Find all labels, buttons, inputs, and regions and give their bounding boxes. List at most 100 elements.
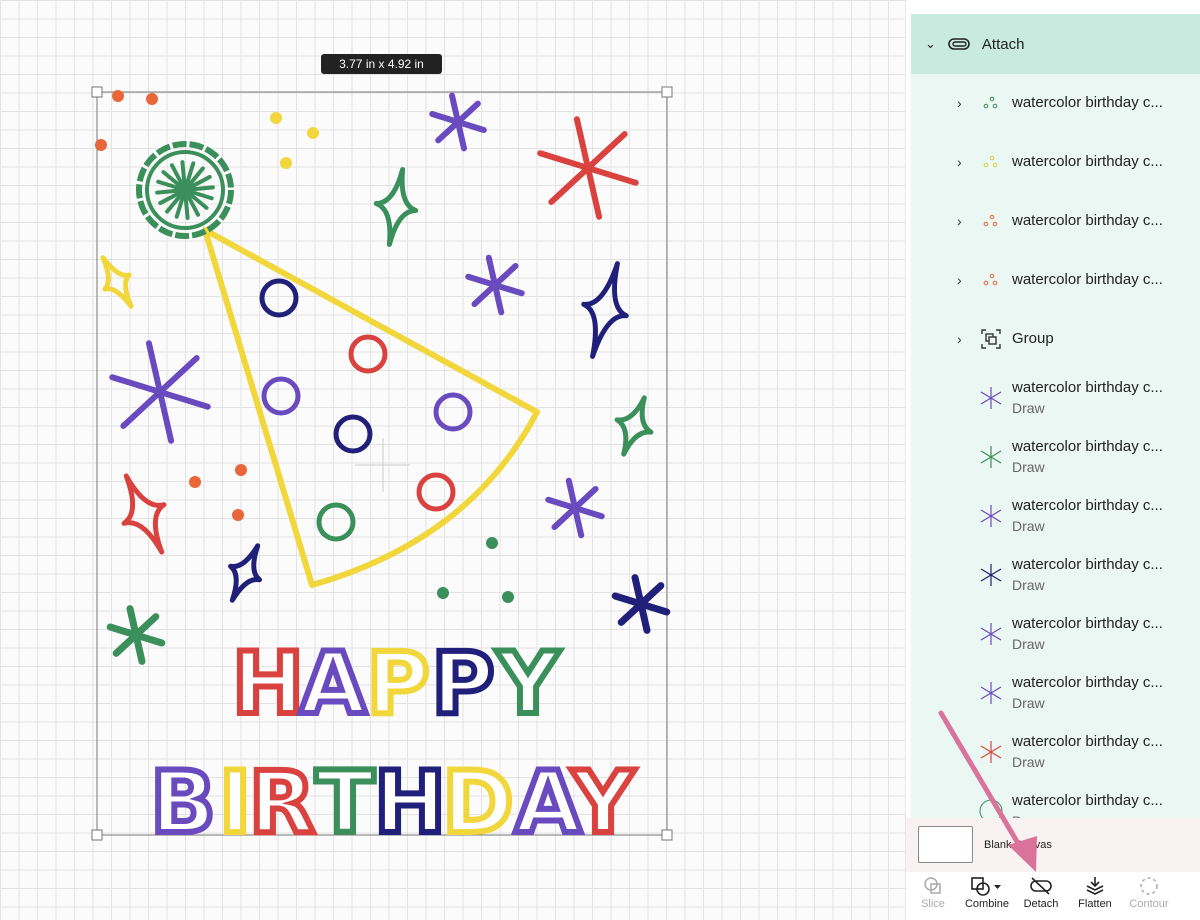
design-canvas[interactable]: HAPPYBIRTHDAY 3.77 in x 4.92 in [0,0,905,920]
chevron-right-icon[interactable]: › [957,213,962,229]
circle-shape [433,392,473,432]
layer-toolbar: Slice Combine Detach Flatten Contour [906,872,1200,920]
chevron-right-icon[interactable]: › [957,95,962,111]
confetti-dot [146,93,158,105]
layer-group[interactable]: › Group [911,310,1200,368]
birthday-card-artwork[interactable]: HA P P YB IR T HD AY [0,0,905,920]
confetti-dot [112,90,124,102]
star-shape [465,254,525,316]
canvas-thumbnail [918,826,973,863]
confetti-dot [270,112,282,124]
star-shape [109,340,211,444]
birthday-letter: B [150,753,216,853]
layer-item[interactable]: watercolor birthday c... Draw [911,664,1200,722]
resize-handle[interactable] [661,829,673,841]
combine-icon [971,877,1001,896]
layer-label: watercolor birthday c... [1012,556,1163,573]
layer-type: Draw [1012,577,1045,593]
slice-button[interactable]: Slice [906,872,960,920]
dots-icon [983,273,998,286]
layer-type: Draw [1012,754,1045,770]
happy-letter: P [366,634,429,734]
contour-label: Contour [1129,898,1169,910]
star-icon [980,505,1002,527]
star-icon [980,741,1002,763]
layer-type: Draw [1012,811,1163,818]
confetti-dot [280,157,292,169]
layer-list[interactable]: › watercolor birthday c... › watercolor bir… [911,74,1200,818]
diamond-shape [121,473,167,555]
flatten-icon [1086,877,1104,895]
blank-canvas-layer[interactable]: Blank Canvas [906,818,1200,872]
star-icon [980,682,1002,704]
layer-label: watercolor birthday c... [1012,212,1163,229]
layer-type: Draw [1012,695,1045,711]
layer-label: watercolor birthday c... [1012,733,1163,750]
chevron-right-icon[interactable]: › [957,272,962,288]
circle-icon [979,799,1003,818]
happy-letter: A [300,634,367,734]
layer-type: Draw [1012,459,1045,475]
star-icon [980,564,1002,586]
confetti-dot [437,587,449,599]
detach-icon [1030,877,1052,895]
combine-label: Combine [964,898,1010,910]
chevron-right-icon[interactable]: › [957,331,962,347]
dots-icon [983,155,998,168]
happy-letter: P [431,634,494,734]
layer-item[interactable]: watercolor birthday c... Draw [911,723,1200,781]
layer-type: Draw [1012,636,1045,652]
diamond-shape [581,261,629,359]
layer-item[interactable]: watercolor birthday c... Draw [911,428,1200,486]
layer-item[interactable]: › watercolor birthday c... [911,192,1200,250]
happy-letter: H [232,634,304,734]
confetti-dot [232,509,244,521]
chevron-right-icon[interactable]: › [957,154,962,170]
diamond-shape [373,167,419,247]
layer-label: watercolor birthday c... [1012,153,1163,170]
layer-item[interactable]: › watercolor birthday c... [911,251,1200,309]
star-icon [980,623,1002,645]
combine-button[interactable]: Combine [960,872,1014,920]
detach-button[interactable]: Detach [1014,872,1068,920]
birthday-letter: Y [571,753,636,853]
flatten-button[interactable]: Flatten [1068,872,1122,920]
resize-handle[interactable] [91,86,103,98]
confetti-dot [189,476,201,488]
confetti-dot [486,537,498,549]
star-shape [537,116,639,220]
layer-label: watercolor birthday c... [1012,438,1163,455]
layer-item[interactable]: watercolor birthday c... Draw [911,782,1200,818]
resize-handle[interactable] [661,86,673,98]
star-icon [980,387,1002,409]
confetti-dot [235,464,247,476]
layer-label: watercolor birthday c... [1012,94,1163,111]
dimensions-label: 3.77 in x 4.92 in [321,54,442,74]
layer-item[interactable]: watercolor birthday c... Draw [911,546,1200,604]
layer-item[interactable]: watercolor birthday c... Draw [911,487,1200,545]
layers-panel: ⌄ Attach › watercolor birthday c... › water… [905,0,1200,920]
dots-icon [983,96,998,109]
blank-canvas-label: Blank Canvas [984,839,1052,851]
circle-shape [316,502,356,542]
dots-icon [983,214,998,227]
circle-shape [259,278,299,318]
circle-shape [348,334,388,374]
confetti-dot [307,127,319,139]
layer-attach[interactable]: ⌄ Attach [911,14,1200,74]
layer-item[interactable]: watercolor birthday c... Draw [911,369,1200,427]
resize-handle[interactable] [91,829,103,841]
layer-item[interactable]: › watercolor birthday c... [911,133,1200,191]
diamond-shape [614,395,654,457]
layer-item[interactable]: › watercolor birthday c... [911,74,1200,132]
layer-item[interactable]: watercolor birthday c... Draw [911,605,1200,663]
circle-shape [416,472,456,512]
layer-type: Draw [1012,518,1045,534]
slice-label: Slice [921,898,945,910]
contour-button[interactable]: Contour [1122,872,1176,920]
layer-label: watercolor birthday c... [1012,792,1163,809]
chevron-down-icon[interactable]: ⌄ [925,36,936,52]
confetti-dot [95,139,107,151]
star-shape [106,605,166,665]
flatten-label: Flatten [1078,898,1112,910]
